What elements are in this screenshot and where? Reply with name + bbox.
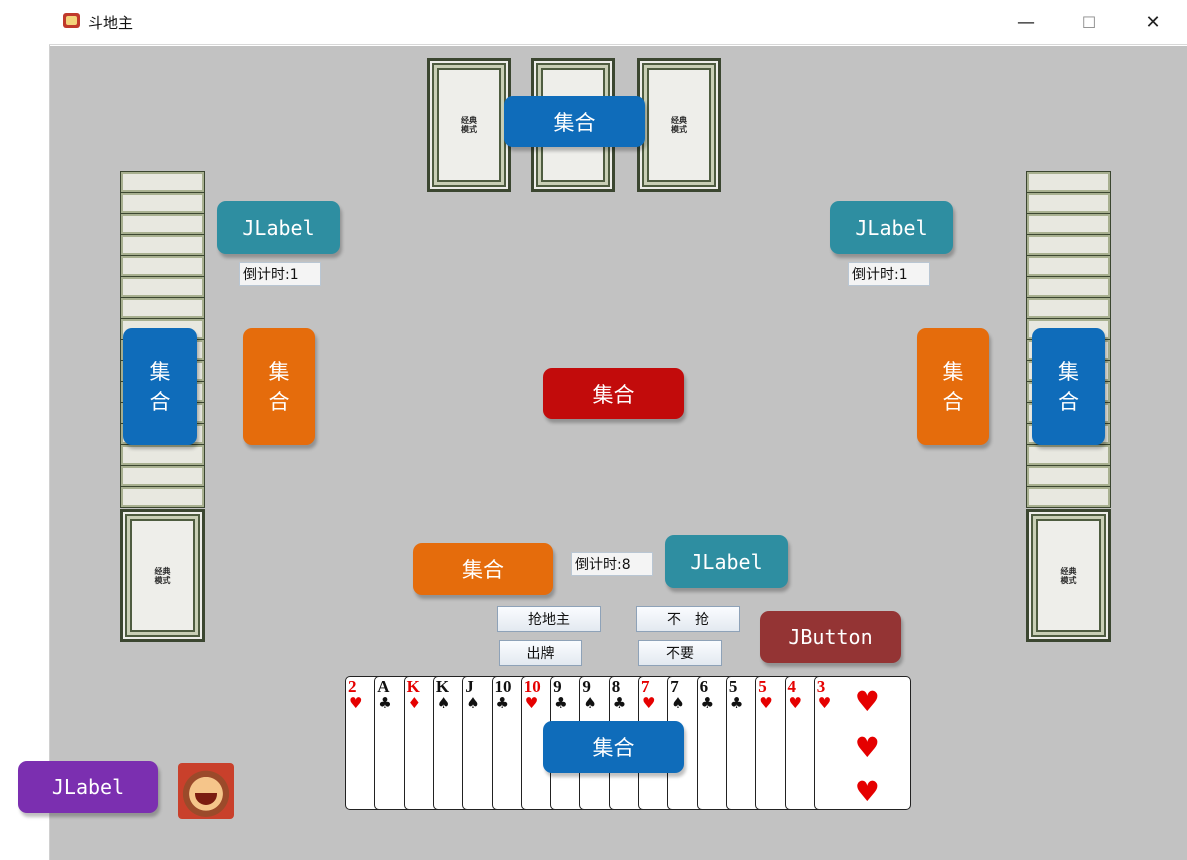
left-card-back bbox=[120, 192, 205, 214]
card-suit-icon: ♠ bbox=[583, 694, 597, 712]
card-suit-icon: ♣ bbox=[495, 694, 509, 712]
left-card-back bbox=[120, 486, 205, 508]
left-card-back bbox=[120, 465, 205, 487]
card-rank: 9 bbox=[553, 677, 562, 696]
right-outer-label-char-2: 合 bbox=[1058, 389, 1079, 414]
right-outer-label: 集 合 bbox=[1032, 328, 1105, 445]
right-card-back bbox=[1026, 213, 1111, 235]
hand-card[interactable]: 3 ♥ ♥ ♥ ♥ bbox=[813, 676, 911, 810]
right-card-back bbox=[1026, 444, 1111, 466]
right-card-back bbox=[1026, 276, 1111, 298]
card-rank: K bbox=[406, 677, 420, 696]
right-card-back bbox=[1026, 465, 1111, 487]
card-suit-icon: ♦ bbox=[407, 694, 422, 712]
left-card-back bbox=[120, 213, 205, 235]
player-avatar-icon bbox=[178, 763, 234, 819]
card-rank: 2 bbox=[348, 677, 357, 696]
maximize-button[interactable]: ☐ bbox=[1066, 0, 1112, 44]
right-card-back-bottom: 经典 模式 bbox=[1026, 509, 1111, 642]
left-card-back bbox=[120, 171, 205, 193]
card-rank: A bbox=[377, 677, 390, 696]
app-icon bbox=[63, 13, 80, 28]
top-card-back-3: 经典 模式 bbox=[637, 58, 721, 192]
left-card-back bbox=[120, 234, 205, 256]
right-card-back bbox=[1026, 297, 1111, 319]
card-suit-icon: ♠ bbox=[671, 694, 685, 712]
card-suit-icon: ♠ bbox=[466, 694, 480, 712]
right-card-back bbox=[1026, 171, 1111, 193]
left-player-label: JLabel bbox=[217, 201, 340, 254]
card-rank: 6 bbox=[699, 677, 709, 696]
right-inner-label: 集 合 bbox=[917, 328, 989, 445]
play-cards-button[interactable]: 出牌 bbox=[499, 640, 582, 666]
pass-button[interactable]: 不要 bbox=[638, 640, 722, 666]
card-pip-icon: ♥ bbox=[854, 685, 880, 718]
card-rank: 5 bbox=[728, 677, 738, 696]
card-rank: 7 bbox=[641, 677, 650, 696]
close-button[interactable]: ✕ bbox=[1130, 0, 1176, 44]
top-card-back-1: 经典 模式 bbox=[427, 58, 511, 192]
card-suit-icon: ♥ bbox=[788, 694, 802, 712]
card-suit-icon: ♥ bbox=[524, 694, 539, 712]
right-inner-label-char-2: 合 bbox=[942, 389, 964, 414]
left-card-back bbox=[120, 276, 205, 298]
card-rank: 4 bbox=[787, 677, 797, 696]
top-center-label: 集合 bbox=[504, 96, 645, 147]
left-inner-label-char-2: 合 bbox=[268, 389, 290, 414]
left-inner-label-char-1: 集 bbox=[268, 359, 290, 384]
bottom-countdown: 倒计时:8 bbox=[571, 552, 653, 576]
card-rank: 3 bbox=[816, 677, 826, 696]
left-outer-label-char-2: 合 bbox=[149, 389, 171, 414]
left-countdown: 倒计时:1 bbox=[239, 262, 321, 286]
right-card-back bbox=[1026, 255, 1111, 277]
right-countdown: 倒计时:1 bbox=[848, 262, 930, 286]
jbutton[interactable]: JButton bbox=[760, 611, 901, 663]
right-outer-label-char-1: 集 bbox=[1058, 359, 1079, 384]
no-grab-button[interactable]: 不 抢 bbox=[636, 606, 740, 632]
card-pip-icon: ♥ bbox=[854, 775, 880, 808]
right-card-back bbox=[1026, 486, 1111, 508]
card-suit-icon: ♥ bbox=[349, 694, 363, 712]
left-inner-label: 集 合 bbox=[243, 328, 315, 445]
card-suit-icon: ♣ bbox=[729, 694, 744, 712]
card-rank: 10 bbox=[494, 677, 512, 696]
center-label: 集合 bbox=[543, 368, 684, 419]
card-suit-icon: ♥ bbox=[817, 694, 832, 712]
card-rank: 5 bbox=[758, 677, 767, 696]
self-player-label: JLabel bbox=[18, 761, 158, 813]
card-rank: 9 bbox=[582, 677, 591, 696]
card-pip-icon: ♥ bbox=[854, 731, 880, 764]
left-card-back-bottom: 经典 模式 bbox=[120, 509, 205, 642]
left-outer-label: 集 合 bbox=[123, 328, 197, 445]
card-rank: K bbox=[435, 677, 450, 696]
card-suit-icon: ♣ bbox=[378, 694, 392, 712]
card-suit-icon: ♠ bbox=[436, 694, 451, 712]
left-card-back bbox=[120, 444, 205, 466]
left-outer-label-char-1: 集 bbox=[149, 359, 171, 384]
card-rank: 10 bbox=[523, 677, 541, 696]
right-inner-label-char-1: 集 bbox=[942, 359, 964, 384]
right-card-back bbox=[1026, 234, 1111, 256]
card-suit-icon: ♣ bbox=[700, 694, 715, 712]
grab-landlord-button[interactable]: 抢地主 bbox=[497, 606, 601, 632]
card-suit-icon: ♣ bbox=[554, 694, 568, 712]
right-card-back bbox=[1026, 192, 1111, 214]
left-card-back bbox=[120, 297, 205, 319]
bottom-player-label: JLabel bbox=[665, 535, 788, 588]
card-suit-icon: ♣ bbox=[612, 694, 627, 712]
bottom-orange-label: 集合 bbox=[413, 543, 553, 595]
card-rank: J bbox=[465, 677, 474, 696]
card-suit-icon: ♥ bbox=[642, 694, 656, 712]
card-suit-icon: ♥ bbox=[759, 694, 773, 712]
left-card-back bbox=[120, 255, 205, 277]
hand-overlay-label: 集合 bbox=[543, 721, 684, 773]
right-player-label: JLabel bbox=[830, 201, 953, 254]
minimize-button[interactable]: — bbox=[1003, 0, 1049, 44]
card-rank: 7 bbox=[670, 677, 679, 696]
card-rank: 8 bbox=[611, 677, 621, 696]
window-title: 斗地主 bbox=[88, 15, 134, 32]
